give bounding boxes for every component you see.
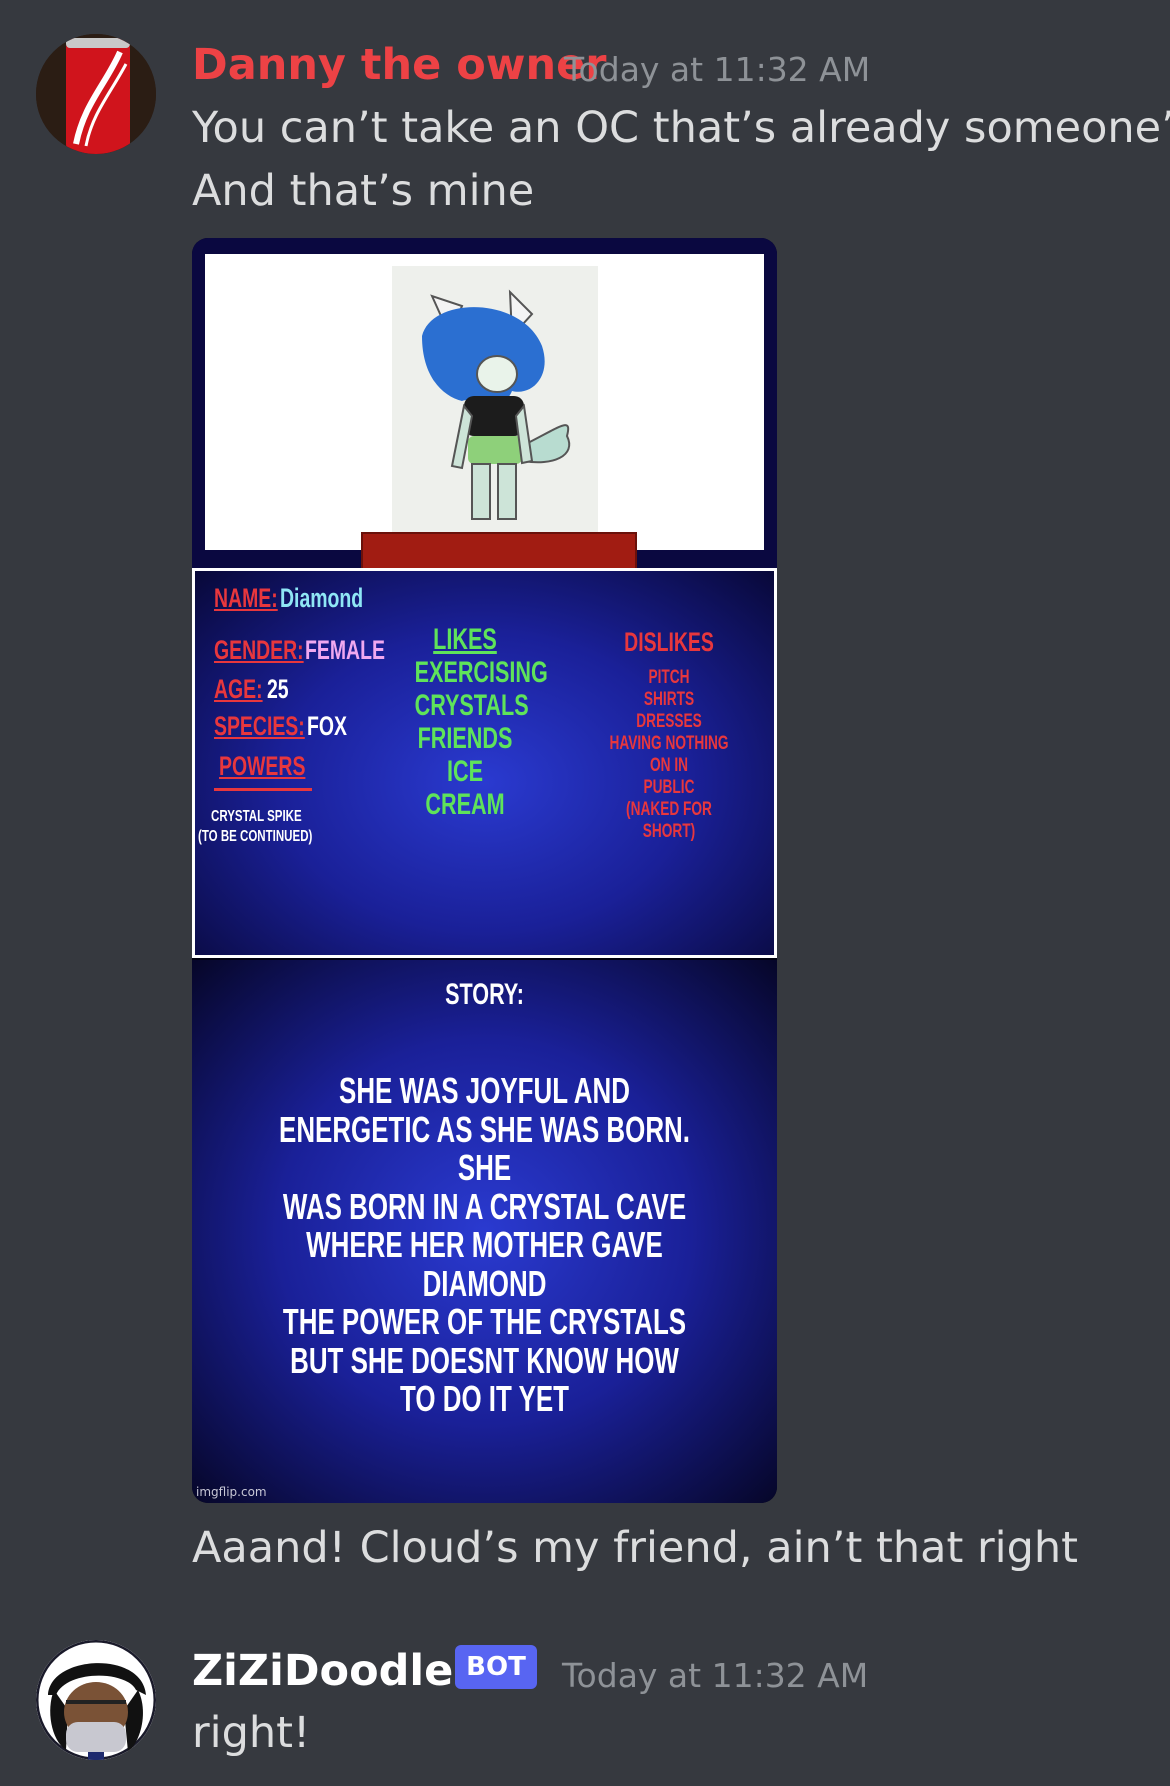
coca-cola-can-avatar-icon	[36, 34, 156, 154]
dislike-item: SHIRTS	[643, 689, 695, 710]
dislike-item: DRESSES	[636, 711, 702, 732]
dislikes-column: DISLIKES PITCH SHIRTS DRESSES HAVING NOT…	[579, 627, 759, 843]
dislike-item: (NAKED FOR SHORT)	[626, 799, 712, 842]
story-line: BUT SHE DOESNT KNOW HOW TO DO IT YET	[290, 1339, 679, 1419]
story-line: WAS BORN IN A CRYSTAL CAVE	[282, 1185, 687, 1227]
message-line-2: And that’s mine	[192, 166, 535, 216]
story-line: SHE WAS JOYFUL AND	[339, 1070, 630, 1111]
imgflip-watermark: imgflip.com	[196, 1485, 267, 1499]
story-line: THE POWER OF THE CRYSTALS	[282, 1301, 687, 1342]
name-label: NAME:	[214, 583, 278, 613]
oc-card-image-attachment[interactable]: NAME: Diamond GENDER: FEMALE AGE: 25 SPE…	[192, 238, 777, 1503]
fox-character-drawing-icon	[392, 266, 598, 534]
author-name[interactable]: ZiZiDoodles	[192, 1646, 479, 1696]
story-line: WHERE HER MOTHER GAVE DIAMOND	[306, 1224, 663, 1304]
dislike-item: PUBLIC	[643, 777, 695, 798]
info-panel: NAME: Diamond GENDER: FEMALE AGE: 25 SPE…	[192, 568, 777, 958]
picture-panel	[192, 238, 777, 580]
like-item: EXERCISING	[414, 656, 548, 689]
message-line-1: You can’t take an OC that’s already some…	[192, 103, 1170, 153]
timestamp: Today at 11:32 AM	[564, 50, 871, 89]
age-label: AGE:	[214, 674, 263, 704]
anime-character-avatar-icon	[36, 1640, 156, 1760]
power-item: CRYSTAL SPIKE	[211, 808, 302, 825]
power-item: (TO BE CONTINUED)	[198, 828, 313, 845]
powers-label: POWERS	[219, 751, 306, 781]
likes-column: LIKES EXERCISING CRYSTALS FRIENDS ICE CR…	[395, 623, 548, 821]
likes-label: LIKES	[433, 623, 497, 656]
bot-badge: BOT	[455, 1645, 537, 1689]
age-value: 25	[267, 674, 289, 704]
character-drawing	[392, 266, 598, 534]
author-name[interactable]: Danny the owner	[192, 40, 606, 90]
message-followup: Aaand! Cloud’s my friend, ain’t that rig…	[192, 1523, 1079, 1573]
species-value: FOX	[307, 711, 347, 741]
avatar-danny[interactable]	[36, 34, 156, 154]
story-line: ENERGETIC AS SHE WAS BORN. SHE	[279, 1108, 690, 1188]
dislikes-label: DISLIKES	[624, 627, 714, 657]
story-label: STORY:	[445, 978, 524, 1011]
gender-value: FEMALE	[305, 635, 385, 665]
like-item: ICE CREAM	[425, 755, 505, 821]
name-value: Diamond	[280, 583, 364, 613]
dislike-item: PITCH	[648, 667, 690, 688]
message-text: right!	[192, 1708, 311, 1758]
species-label: SPECIES:	[214, 711, 305, 741]
powers-underline	[214, 788, 312, 791]
picture-frame	[205, 254, 764, 580]
story-panel: STORY: SHE WAS JOYFUL AND ENERGETIC AS S…	[192, 960, 777, 1503]
avatar-zizidoodles[interactable]	[36, 1640, 156, 1760]
like-item: FRIENDS	[417, 722, 513, 755]
timestamp: Today at 11:32 AM	[562, 1656, 869, 1695]
gender-label: GENDER:	[214, 635, 304, 665]
dislike-item: HAVING NOTHING ON IN	[609, 733, 729, 776]
like-item: CRYSTALS	[414, 689, 529, 722]
story-text-block: SHE WAS JOYFUL AND ENERGETIC AS SHE WAS …	[192, 1070, 777, 1419]
